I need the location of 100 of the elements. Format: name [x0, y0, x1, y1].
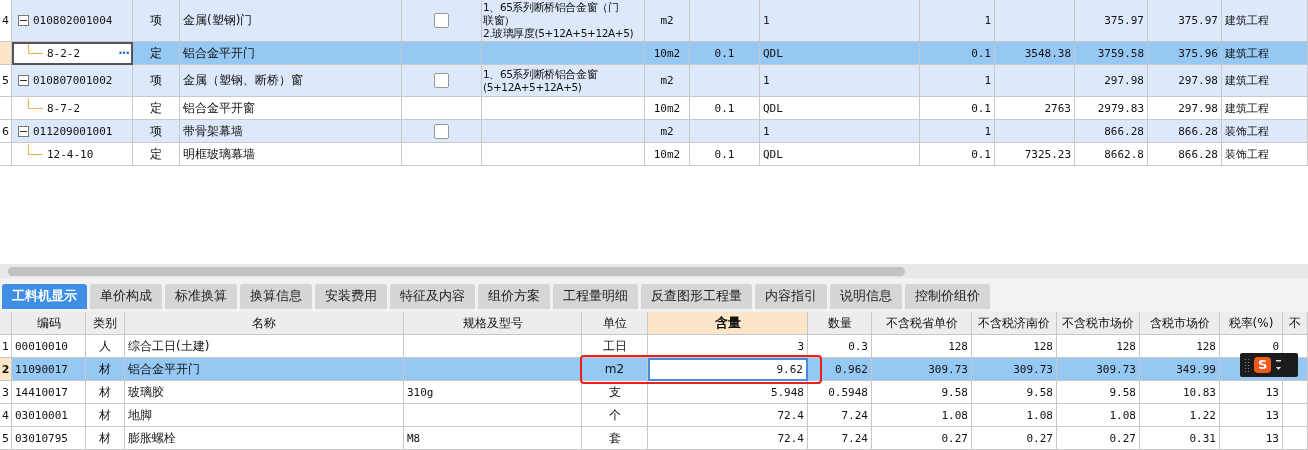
table-cell: 0.1	[971, 46, 991, 60]
table-cell: 349.99	[1176, 362, 1216, 376]
tab[interactable]: 内容指引	[755, 284, 827, 309]
table-row[interactable]: 3 14410017 材 玻璃胶 310g 支 5.948 0.5948 9.58 9.58 9.58 10.83 13	[0, 381, 1308, 404]
table-cell: 297.98	[1178, 74, 1218, 87]
table-cell: 1	[763, 74, 770, 87]
caret-icon[interactable]	[1275, 358, 1283, 372]
collapse-icon[interactable]	[18, 15, 29, 26]
table-cell: 7325.23	[1024, 147, 1071, 161]
table-cell: 3759.58	[1097, 46, 1144, 60]
table-cell: 375.97	[1178, 14, 1218, 27]
tab[interactable]: 特征及内容	[390, 284, 475, 309]
checkbox[interactable]	[434, 123, 449, 139]
table-cell: 0.27	[1109, 431, 1136, 445]
code-text: 010802001004	[33, 14, 113, 27]
feature-text: 1、65系列断桥铝合金窗 (5+12A+5+12A+5)	[483, 67, 598, 94]
table-cell: 03010001	[15, 408, 68, 422]
table-cell: 309.73	[928, 362, 968, 376]
table-cell: 材	[99, 406, 111, 424]
table-cell: 1	[763, 14, 770, 27]
table-row[interactable]: 6 011209001001 项 带骨架幕墙 m2 1 1 866.28 866.28 装饰工程	[0, 120, 1308, 143]
code-text: 8-2-2	[47, 46, 81, 60]
table-cell: 0.962	[834, 362, 868, 376]
table-cell: 10m2	[653, 147, 681, 161]
quantity-input-field[interactable]: 9.62	[648, 358, 808, 381]
table-cell: 建筑工程	[1225, 73, 1269, 88]
table-row[interactable]: 5 010807001002 项 金属（塑钢、断桥）窗 1、65系列断桥铝合金窗 (5+12A+5+12A+5) m2 1 1 297.98 297.98 建筑工程	[0, 65, 1308, 97]
table-cell: 10m2	[653, 101, 681, 115]
table-row[interactable]: 12-4-10 定 明框玻璃幕墙 10m2 0.1 QDL 0.1 7325.23 8662.8 866.28 装饰工程	[0, 143, 1308, 166]
table-cell: 建筑工程	[1225, 13, 1269, 28]
row-number: 3	[2, 385, 9, 399]
category-text: 项	[150, 122, 162, 140]
row-number: 6	[0, 120, 12, 143]
table-row[interactable]: 1 00010010 人 综合工日(土建) 工日 3 0.3 128 128 128 128 0	[0, 335, 1308, 358]
table-cell: 2979.83	[1097, 101, 1144, 115]
table-cell: 866.28	[1178, 147, 1218, 161]
table-row[interactable]: 8-2-2 ··· 定 铝合金平开门 10m2 0.1 QDL 0.1 3548.38 3759.58 375.96 建筑工程	[0, 42, 1308, 65]
table-cell: 膨胀螺栓	[128, 429, 176, 447]
tab[interactable]: 标准换算	[165, 284, 237, 309]
table-cell: 1.08	[1109, 408, 1136, 422]
more-button[interactable]: ···	[118, 46, 129, 60]
tab[interactable]: 组价方案	[478, 284, 550, 309]
row-number: 4	[0, 0, 12, 42]
tab[interactable]: 单价构成	[90, 284, 162, 309]
table-cell: 0.27	[941, 431, 968, 445]
ime-logo: S	[1254, 357, 1272, 373]
tab[interactable]: 工程量明细	[553, 284, 638, 309]
tab[interactable]: 换算信息	[240, 284, 312, 309]
table-cell: 5.948	[770, 385, 804, 399]
table-cell: 309.73	[1013, 362, 1053, 376]
tab[interactable]: 安装费用	[315, 284, 387, 309]
checkbox[interactable]	[434, 13, 449, 28]
table-cell: 375.96	[1178, 46, 1218, 60]
tree-connector-icon	[28, 143, 43, 155]
row-number: 5	[0, 65, 12, 97]
column-header[interactable]: 含量	[648, 312, 808, 335]
table-cell: 10.83	[1182, 385, 1216, 399]
row-number: 1	[2, 339, 9, 353]
table-cell: 0.31	[1189, 431, 1216, 445]
table-cell: 铝合金平开门	[128, 360, 200, 378]
table-cell: 297.98	[1178, 101, 1218, 115]
tree-connector-icon	[28, 97, 43, 109]
table-cell: QDL	[763, 46, 783, 60]
table-cell: 128	[1196, 339, 1216, 353]
table-cell: 13	[1265, 385, 1279, 399]
row-number: 4	[2, 408, 9, 422]
collapse-icon[interactable]	[18, 125, 29, 137]
scrollbar-thumb[interactable]	[8, 267, 905, 276]
table-cell: 11090017	[15, 362, 68, 376]
table-cell: 装饰工程	[1225, 123, 1269, 139]
feature-text: 1、65系列断桥铝合金窗（门 联窗） 2.玻璃厚度(5+12A+5+12A+5)	[483, 1, 634, 40]
table-row[interactable]: 5 03010795 材 膨胀螺栓 M8 套 72.4 7.24 0.27 0.27 0.27 0.31 13	[0, 427, 1308, 450]
table-row[interactable]: 4 03010001 材 地脚 个 72.4 7.24 1.08 1.08 1.08 1.22 13	[0, 404, 1308, 427]
collapse-icon[interactable]	[18, 75, 29, 86]
tab[interactable]: 说明信息	[830, 284, 902, 309]
code-text: 011209001001	[33, 124, 113, 138]
table-cell: 7.24	[841, 431, 868, 445]
table-cell: 1.08	[1026, 408, 1053, 422]
table-cell: 13	[1265, 431, 1279, 445]
table-cell: 1.22	[1189, 408, 1216, 422]
tab[interactable]: 控制价组价	[905, 284, 990, 309]
table-row[interactable]: 4 010802001004 项 金属(塑钢)门 1、65系列断桥铝合金窗（门 联窗） 2.玻璃厚度(5+12A+5+12A+5) m2 1 1 375.97 375.97 建筑工程	[0, 0, 1308, 42]
table-cell: 支	[608, 383, 621, 401]
table-cell: 玻璃胶	[128, 383, 164, 401]
horizontal-scrollbar[interactable]	[0, 264, 1308, 278]
code-text: 8-7-2	[47, 101, 81, 115]
row-number: 2	[1, 362, 10, 376]
code-text: 12-4-10	[47, 147, 94, 161]
tab[interactable]: 反查图形工程量	[641, 284, 752, 309]
table-cell: 3548.38	[1024, 46, 1071, 60]
checkbox[interactable]	[434, 73, 449, 88]
table-cell: 10m2	[653, 46, 681, 60]
table-cell: 13	[1265, 408, 1279, 422]
category-text: 定	[150, 99, 162, 117]
table-cell: M8	[407, 431, 421, 445]
table-cell: 0.1	[714, 46, 735, 60]
table-row[interactable]: 8-7-2 定 铝合金平开窗 10m2 0.1 QDL 0.1 2763 2979.83 297.98 建筑工程	[0, 97, 1308, 120]
table-cell: 0.1	[971, 101, 991, 115]
category-text: 项	[150, 12, 162, 29]
table-cell: 个	[608, 406, 621, 424]
